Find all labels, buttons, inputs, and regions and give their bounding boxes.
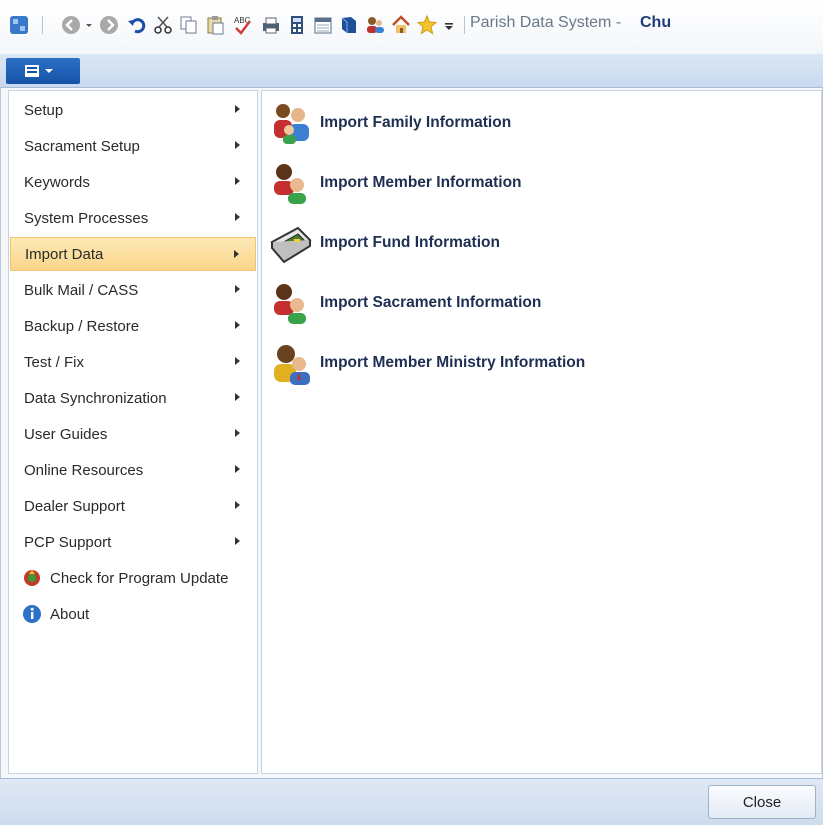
submenu-arrow-icon [235, 429, 240, 437]
close-button[interactable]: Close [708, 785, 816, 819]
import-member-item[interactable]: Import Member Information [268, 157, 788, 209]
submenu-arrow-icon [235, 501, 240, 509]
menu-item-system-processes[interactable]: System Processes [10, 201, 256, 235]
menu-item-bulk-mail[interactable]: Bulk Mail / CASS [10, 273, 256, 307]
submenu-arrow-icon [235, 105, 240, 113]
menu-item-pcp-support[interactable]: PCP Support [10, 525, 256, 559]
submenu-arrow-icon [235, 285, 240, 293]
menu-item-keywords[interactable]: Keywords [10, 165, 256, 199]
submenu-arrow-icon [235, 393, 240, 401]
customize-icon[interactable] [442, 14, 456, 36]
submenu-arrow-icon [235, 537, 240, 545]
submenu-arrow-icon [234, 250, 239, 258]
menu-item-about[interactable]: About [10, 597, 256, 631]
menu-item-label: Bulk Mail / CASS [24, 281, 139, 299]
ribbon-bar [0, 54, 823, 88]
copy-icon[interactable] [178, 14, 200, 36]
application-menu-button[interactable] [6, 58, 80, 84]
import-ministry-item[interactable]: Import Member Ministry Information [268, 337, 788, 389]
import-family-item[interactable]: Import Family Information [268, 97, 788, 149]
calendar-icon[interactable] [312, 14, 334, 36]
info-icon [22, 604, 42, 624]
menu-item-label: Test / Fix [24, 353, 85, 371]
family-icon [268, 100, 314, 146]
ministry-icon [268, 340, 314, 386]
paste-icon[interactable] [204, 14, 226, 36]
menu-item-label: Setup [24, 101, 64, 119]
menu-item-label: Import Data [25, 245, 104, 263]
update-icon [22, 568, 42, 588]
print-icon[interactable] [260, 14, 282, 36]
import-sacrament-label: Import Sacrament Information [320, 294, 542, 311]
menu-item-data-synchronization[interactable]: Data Synchronization [10, 381, 256, 415]
menu-item-setup[interactable]: Setup [10, 93, 256, 127]
menu-item-test-fix[interactable]: Test / Fix [10, 345, 256, 379]
window-title-suffix: Chu [640, 14, 672, 31]
home-icon[interactable] [390, 14, 412, 36]
member-icon [268, 160, 314, 206]
sacrament-icon [268, 280, 314, 326]
menu-item-label: About [50, 605, 90, 623]
menu-item-label: Sacrament Setup [24, 137, 140, 155]
submenu-arrow-icon [235, 177, 240, 185]
menu-item-label: Data Synchronization [24, 389, 167, 407]
submenu-arrow-icon [235, 357, 240, 365]
submenu-arrow-icon [235, 465, 240, 473]
menu-item-check-update[interactable]: Check for Program Update [10, 561, 256, 595]
import-ministry-label: Import Member Ministry Information [320, 354, 586, 371]
menu-footer: Close [0, 778, 823, 825]
menu-item-label: User Guides [24, 425, 108, 443]
import-sacrament-item[interactable]: Import Sacrament Information [268, 277, 788, 329]
window-title: Parish Data System - [470, 14, 622, 31]
book-icon[interactable] [338, 14, 360, 36]
menu-item-label: Check for Program Update [50, 569, 229, 587]
import-family-label: Import Family Information [320, 114, 512, 131]
menu-item-import-data[interactable]: Import Data [10, 237, 256, 271]
menu-item-online-resources[interactable]: Online Resources [10, 453, 256, 487]
menu-item-label: PCP Support [24, 533, 112, 551]
submenu-arrow-icon [235, 213, 240, 221]
menu-item-label: Dealer Support [24, 497, 125, 515]
menu-item-user-guides[interactable]: User Guides [10, 417, 256, 451]
menu-item-backup-restore[interactable]: Backup / Restore [10, 309, 256, 343]
cut-icon[interactable] [152, 14, 174, 36]
fund-icon [268, 220, 314, 266]
menu-item-label: System Processes [24, 209, 149, 227]
chevron-down-icon[interactable] [84, 14, 94, 36]
menu-item-dealer-support[interactable]: Dealer Support [10, 489, 256, 523]
menu-item-label: Backup / Restore [24, 317, 140, 335]
menu-item-label: Keywords [24, 173, 90, 191]
forward-icon[interactable] [98, 14, 120, 36]
submenu-arrow-icon [235, 321, 240, 329]
quick-access-toolbar: ABC Parish Data System - Chu [0, 0, 823, 54]
import-fund-item[interactable]: Import Fund Information [268, 217, 788, 269]
people-icon[interactable] [364, 14, 386, 36]
undo-icon[interactable] [126, 14, 148, 36]
calculator-icon[interactable] [286, 14, 308, 36]
spellcheck-icon[interactable]: ABC [232, 14, 254, 36]
menu-item-sacrament-setup[interactable]: Sacrament Setup [10, 129, 256, 163]
import-member-label: Import Member Information [320, 174, 522, 191]
left-menu: Setup Sacrament Setup Keywords System Pr… [8, 90, 258, 774]
star-icon[interactable] [416, 14, 438, 36]
submenu-arrow-icon [235, 141, 240, 149]
app-icon[interactable] [8, 14, 30, 36]
import-fund-label: Import Fund Information [320, 234, 500, 251]
menu-item-label: Online Resources [24, 461, 144, 479]
menu-icon [25, 65, 53, 77]
back-icon[interactable] [60, 14, 82, 36]
